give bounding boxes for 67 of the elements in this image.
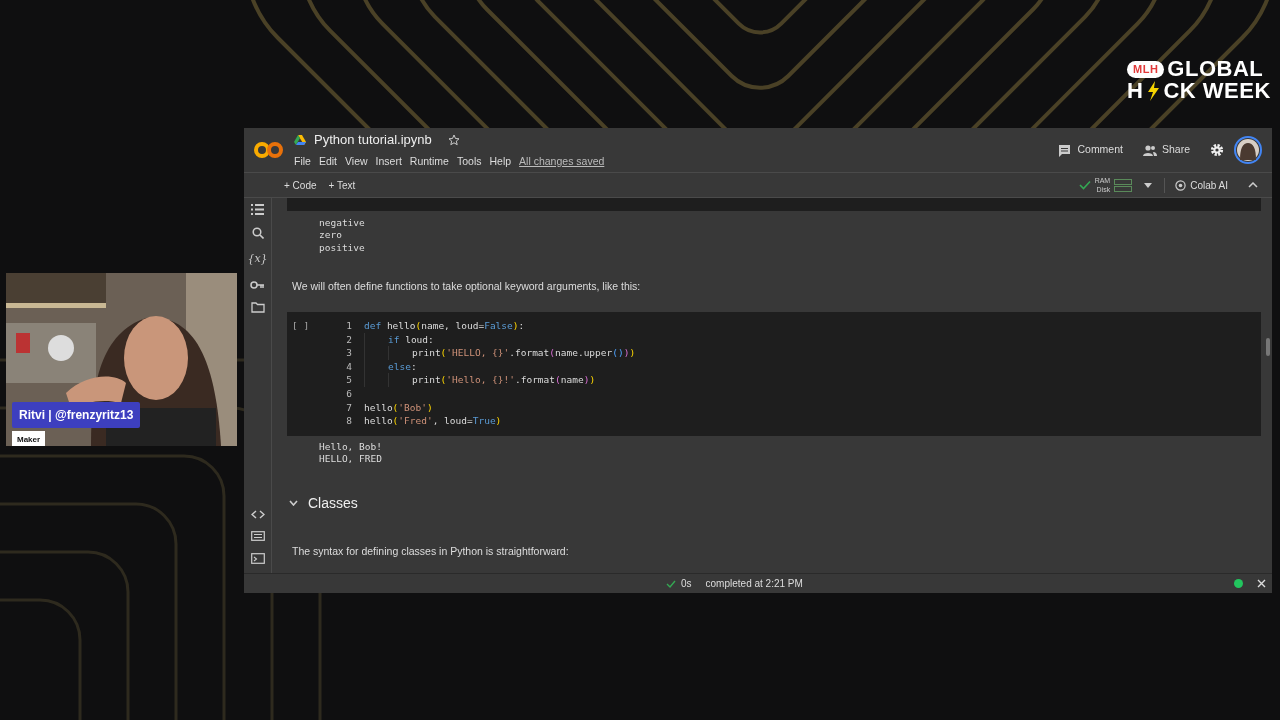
share-icon	[1142, 143, 1157, 157]
line-number: 3	[345, 346, 352, 360]
code-line: def hello(name, loud=False):	[364, 318, 525, 333]
colab-ai-button[interactable]: Colab AI	[1164, 177, 1228, 193]
table-of-contents-icon[interactable]	[251, 204, 264, 215]
close-icon[interactable]	[1257, 579, 1266, 588]
share-button[interactable]: Share	[1142, 142, 1190, 158]
line-number: 7	[345, 400, 352, 415]
logo-text: H	[1127, 80, 1144, 102]
run-button[interactable]: [ ]	[292, 319, 310, 331]
code-icon[interactable]	[250, 510, 265, 519]
avatar[interactable]	[1234, 136, 1262, 164]
code-line: print('Hello, {}!'.format(name))	[412, 373, 596, 387]
settings-icon[interactable]	[1210, 143, 1224, 157]
add-cell-button[interactable]: + Code	[284, 177, 317, 193]
status-message: completed at 2:21 PM	[705, 577, 803, 591]
caret-icon[interactable]	[1144, 182, 1153, 188]
colab-logo[interactable]	[254, 141, 284, 159]
menu-item[interactable]: View	[345, 153, 368, 170]
line-number: 2	[345, 332, 352, 347]
variables-button[interactable]: {x}	[247, 251, 268, 268]
terminal-icon[interactable]	[250, 553, 265, 564]
menu-item[interactable]: Tools	[456, 153, 482, 170]
scrollbar-thumb[interactable]	[1266, 338, 1270, 356]
section-heading: Classes	[308, 493, 358, 513]
drive-icon	[294, 135, 306, 146]
comment-button[interactable]: Comment	[1058, 142, 1123, 158]
disk-meter	[1114, 185, 1133, 192]
chevron-up-icon[interactable]	[1248, 182, 1258, 188]
line-number: 1	[345, 318, 352, 333]
execution-time: 0s	[681, 577, 692, 591]
code-line: hello('Fred', loud=True)	[364, 414, 502, 428]
comment-icon	[1058, 143, 1073, 157]
line-number: 8	[345, 414, 352, 428]
cell-output: Hello, Bob! HELLO, FRED	[318, 440, 383, 466]
logo-text: CK WEEK	[1163, 80, 1271, 102]
ram-meter	[1114, 178, 1133, 185]
keyboard-icon[interactable]	[250, 531, 265, 541]
menu-item[interactable]: Help	[489, 153, 512, 170]
line-number: 4	[345, 359, 352, 374]
text-paragraph: We will often define functions to take optional keyword arguments, like this:	[291, 279, 642, 295]
menu-item[interactable]: File	[294, 153, 311, 170]
add-cell-button[interactable]: + Text	[328, 177, 356, 193]
save-status-link[interactable]: All changes saved	[519, 153, 605, 170]
key-icon[interactable]	[250, 279, 265, 290]
code-line: hello('Bob')	[364, 400, 433, 415]
role-tag: Maker	[12, 431, 46, 446]
menu-item[interactable]: Runtime	[409, 153, 449, 170]
search-icon[interactable]	[251, 227, 264, 239]
line-number: 6	[345, 386, 352, 401]
logo-badge: MLH	[1127, 60, 1165, 78]
notebook-title[interactable]: Python tutorial.ipynb	[314, 130, 432, 150]
menu-item[interactable]: Edit	[318, 153, 337, 170]
code-line: if loud:	[388, 332, 434, 347]
text-paragraph: The syntax for defining classes in Python is straightforward:	[291, 543, 570, 559]
name-tag: Ritvi | @frenzyritz13	[12, 402, 141, 428]
code-line: else:	[388, 359, 417, 374]
cell-output: negative zero positive	[318, 217, 366, 255]
chevron-icon	[289, 500, 298, 507]
lightning-icon	[1146, 81, 1161, 101]
collapse-toggle[interactable]	[289, 500, 298, 507]
folder-icon[interactable]	[250, 301, 265, 313]
line-number: 5	[345, 373, 352, 387]
menu-item[interactable]: Insert	[375, 153, 402, 170]
code-line: print('HELLO, {}'.format(name.upper()))	[412, 346, 636, 360]
logo-text: GLOBAL	[1167, 58, 1264, 80]
star-icon[interactable]	[447, 134, 460, 147]
